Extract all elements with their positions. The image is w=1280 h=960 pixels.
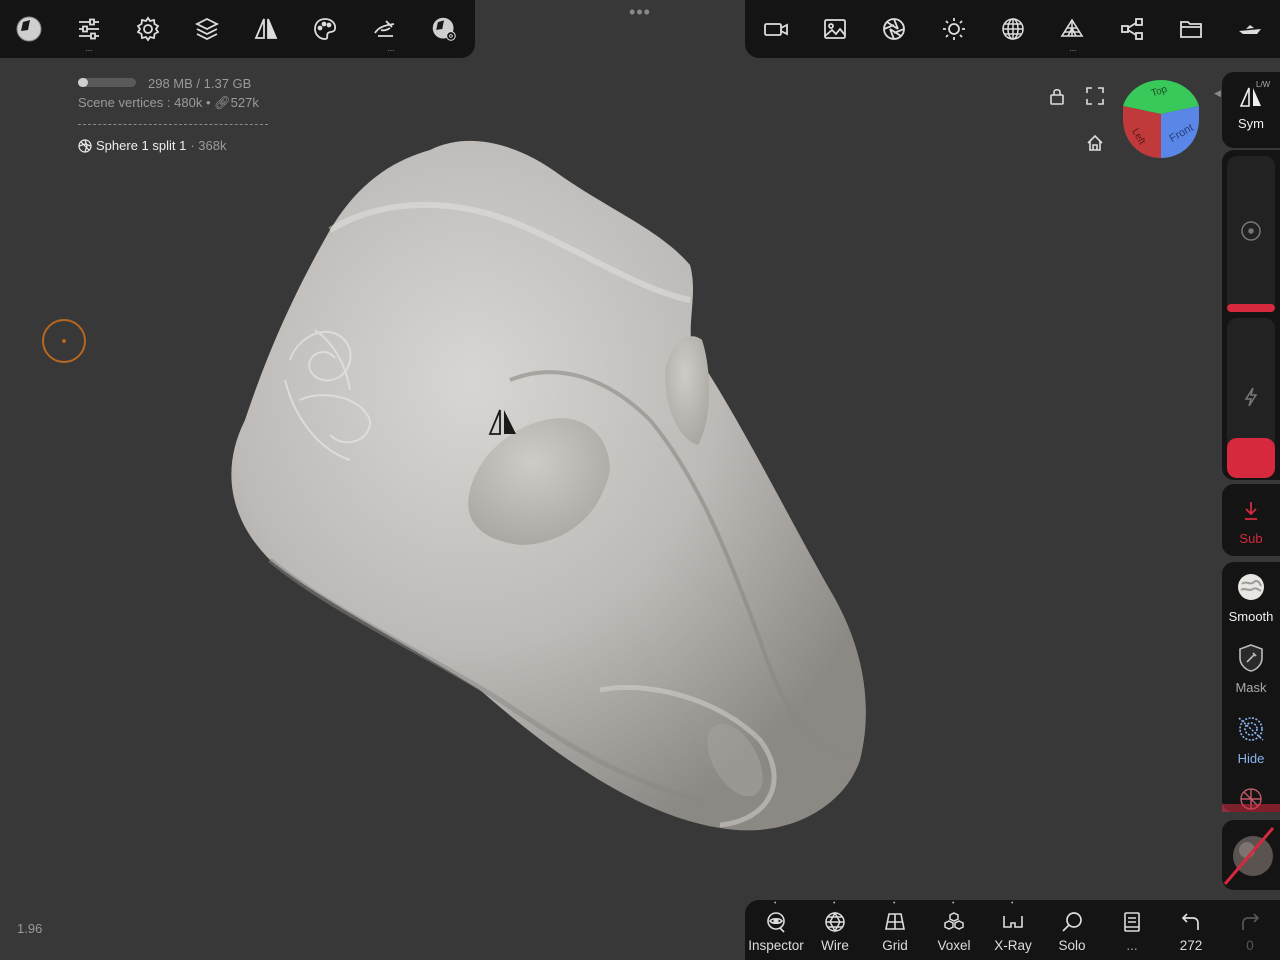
- view-orientation-cube[interactable]: Top Left Front: [1120, 78, 1202, 160]
- sub-arrow-icon: [1245, 502, 1257, 520]
- hide-label: Hide: [1237, 751, 1265, 766]
- sculpt-viewport[interactable]: [0, 60, 1280, 900]
- app-logo-icon[interactable]: [10, 10, 48, 48]
- brush-panel-accent: [1222, 804, 1280, 812]
- mask-shield-icon: [1239, 644, 1263, 672]
- xray-button[interactable]: • X-Ray: [984, 900, 1042, 958]
- gesture-more-indicator: ...: [387, 44, 395, 53]
- home-view-icon[interactable]: [1082, 130, 1108, 156]
- undo-icon: [1181, 913, 1199, 930]
- sym-button[interactable]: [1222, 86, 1280, 108]
- pyramid-icon[interactable]: [1053, 10, 1091, 48]
- symmetry-toggle-icon: [1239, 87, 1261, 107]
- voxel-label: Voxel: [937, 938, 971, 953]
- grid-more-tick: •: [893, 900, 896, 907]
- sliders-icon[interactable]: [70, 10, 108, 48]
- xray-more-tick: •: [1011, 900, 1014, 907]
- voxel-cubes-icon: [944, 912, 964, 930]
- eye-icon: [767, 912, 785, 933]
- voxel-button[interactable]: • Voxel: [925, 900, 983, 958]
- collapse-arrow-icon[interactable]: ◀: [1214, 88, 1221, 99]
- symmetry-icon[interactable]: [247, 10, 285, 48]
- redo-icon: [1242, 913, 1260, 930]
- intensity-icon: [1222, 386, 1280, 408]
- smooth-brush-icon: [1238, 574, 1264, 600]
- radius-slider-fill: [1227, 304, 1275, 312]
- layers-icon[interactable]: [188, 10, 226, 48]
- xray-glasses-icon: [1003, 916, 1023, 928]
- sym-panel: [1222, 72, 1280, 148]
- fullscreen-icon[interactable]: [1082, 83, 1108, 109]
- brush-cursor: [42, 319, 86, 363]
- lock-icon[interactable]: [1044, 83, 1070, 109]
- grid-button[interactable]: • Grid: [866, 900, 924, 958]
- solo-button[interactable]: Solo: [1043, 910, 1101, 958]
- solo-label: Solo: [1058, 938, 1086, 953]
- panel-drag-handle[interactable]: •••: [620, 2, 660, 23]
- mask-brush-button[interactable]: [1222, 643, 1280, 673]
- document-icon: [1124, 912, 1140, 932]
- wire-label: Wire: [821, 938, 849, 953]
- smooth-brush-button[interactable]: [1222, 572, 1280, 602]
- wire-button[interactable]: • Wire: [806, 900, 864, 958]
- inspector-button[interactable]: • Inspector: [747, 900, 805, 958]
- xray-label: X-Ray: [994, 938, 1032, 953]
- gear-icon[interactable]: [129, 10, 167, 48]
- mask-label: Mask: [1235, 680, 1267, 695]
- smooth-label: Smooth: [1228, 609, 1274, 624]
- grid-icon: [885, 913, 905, 930]
- wireframe-icon: [825, 911, 845, 933]
- sliders-more-indicator: ...: [85, 44, 93, 53]
- inspector-label: Inspector: [748, 938, 804, 953]
- hide-mesh-icon: [1238, 717, 1264, 741]
- intensity-slider-fill: [1227, 438, 1275, 478]
- camera-icon[interactable]: [757, 10, 795, 48]
- material-preview-button[interactable]: [1222, 826, 1280, 886]
- boat-icon[interactable]: [1231, 10, 1269, 48]
- grid-label: Grid: [882, 938, 908, 953]
- wire-more-tick: •: [833, 900, 836, 907]
- sculpted-model[interactable]: [231, 140, 866, 831]
- notes-more-label: ...: [1126, 938, 1138, 953]
- folder-icon[interactable]: [1172, 10, 1210, 48]
- notes-button[interactable]: ...: [1103, 910, 1161, 958]
- hand-gesture-icon[interactable]: [366, 10, 404, 48]
- sub-button[interactable]: [1222, 500, 1280, 522]
- redo-count: 0: [1246, 938, 1254, 953]
- fps-counter: 1.96: [17, 921, 43, 936]
- material-settings-icon[interactable]: [425, 10, 463, 48]
- image-icon[interactable]: [816, 10, 854, 48]
- radius-icon: [1222, 220, 1280, 242]
- inspector-more-tick: •: [774, 900, 777, 907]
- sphere-grid-icon[interactable]: [994, 10, 1032, 48]
- voxel-more-tick: •: [952, 900, 955, 907]
- undo-count: 272: [1179, 938, 1203, 953]
- palette-icon[interactable]: [306, 10, 344, 48]
- sub-label: Sub: [1239, 531, 1263, 546]
- hide-brush-button[interactable]: [1222, 714, 1280, 744]
- aperture-icon[interactable]: [875, 10, 913, 48]
- search-icon: [1062, 912, 1082, 932]
- material-sphere-icon: [1223, 827, 1275, 885]
- sun-icon[interactable]: [935, 10, 973, 48]
- pyramid-more-indicator: ...: [1069, 44, 1077, 53]
- redo-button[interactable]: 0: [1221, 910, 1279, 958]
- share-icon[interactable]: [1113, 10, 1151, 48]
- undo-button[interactable]: 272: [1162, 910, 1220, 958]
- sym-mode-badge: L/W: [1256, 80, 1271, 89]
- sym-label: Sym: [1238, 116, 1264, 131]
